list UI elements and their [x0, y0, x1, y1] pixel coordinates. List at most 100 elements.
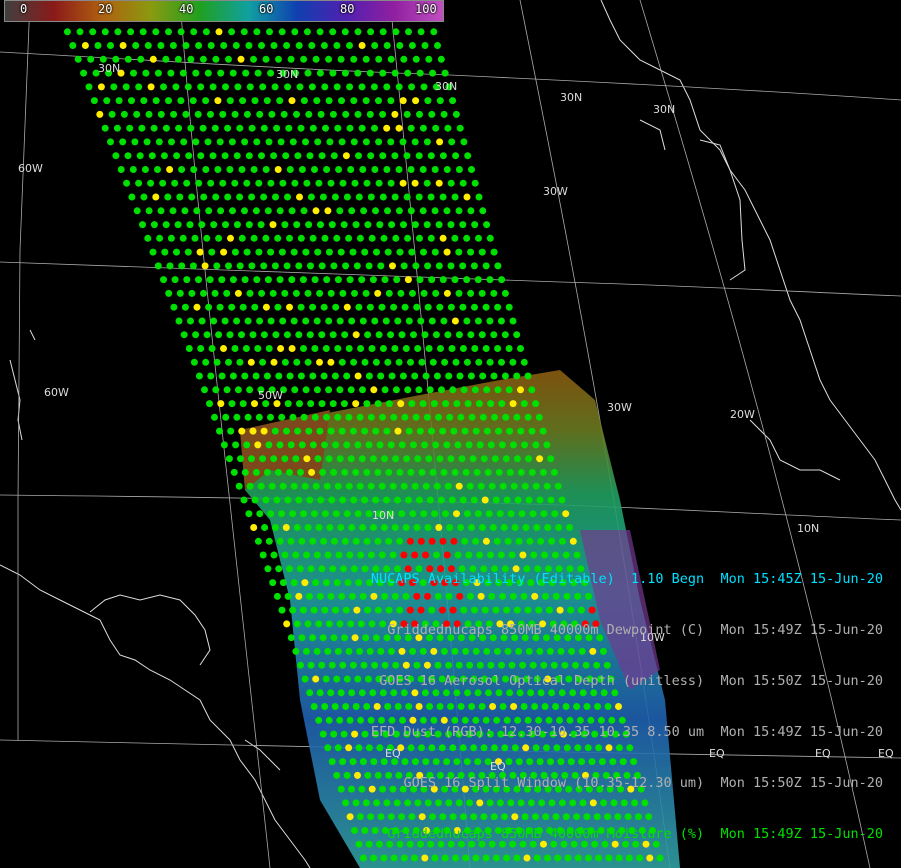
sounding-point[interactable]	[290, 317, 298, 325]
sounding-point[interactable]	[367, 152, 375, 160]
sounding-point[interactable]	[129, 166, 137, 173]
sounding-point[interactable]	[202, 97, 210, 105]
sounding-point[interactable]	[366, 69, 374, 77]
sounding-point[interactable]	[302, 317, 310, 325]
sounding-point[interactable]	[443, 289, 451, 297]
sounding-point[interactable]	[451, 468, 459, 476]
sounding-point[interactable]	[392, 234, 400, 242]
sounding-point[interactable]	[411, 372, 419, 380]
sounding-point[interactable]	[302, 138, 309, 146]
sounding-point[interactable]	[184, 248, 192, 256]
sounding-point[interactable]	[249, 331, 257, 339]
sounding-point[interactable]	[210, 317, 218, 325]
sounding-point[interactable]	[499, 482, 507, 490]
sounding-point[interactable]	[361, 827, 369, 834]
sounding-point[interactable]	[189, 97, 197, 105]
sounding-point[interactable]	[141, 166, 149, 173]
sounding-point[interactable]	[349, 427, 357, 435]
sounding-point[interactable]	[430, 400, 438, 408]
sounding-point[interactable]	[452, 152, 460, 160]
sounding-point[interactable]	[334, 647, 342, 655]
sounding-point[interactable]	[303, 551, 310, 559]
sounding-point[interactable]	[264, 207, 272, 215]
sounding-point[interactable]	[312, 55, 320, 63]
sounding-point[interactable]	[248, 455, 255, 463]
sounding-point[interactable]	[361, 248, 369, 256]
sounding-point[interactable]	[265, 345, 273, 352]
sounding-point[interactable]	[232, 441, 240, 449]
sounding-point[interactable]	[188, 193, 196, 201]
sounding-point[interactable]	[204, 138, 212, 146]
sounding-point[interactable]	[295, 592, 303, 600]
sounding-point[interactable]	[287, 55, 295, 63]
sounding-point[interactable]	[482, 303, 490, 311]
sounding-point[interactable]	[329, 400, 337, 408]
sounding-point[interactable]	[331, 372, 339, 380]
sounding-point[interactable]	[330, 262, 338, 270]
sounding-point[interactable]	[517, 468, 525, 476]
sounding-point[interactable]	[367, 413, 375, 421]
sounding-point[interactable]	[329, 28, 337, 36]
sounding-point[interactable]	[535, 413, 543, 421]
sounding-point[interactable]	[505, 345, 513, 352]
sounding-point[interactable]	[179, 234, 187, 242]
sounding-point[interactable]	[507, 510, 515, 518]
sounding-point[interactable]	[375, 138, 383, 146]
sounding-point[interactable]	[399, 372, 407, 380]
sounding-point[interactable]	[387, 97, 395, 105]
sounding-point[interactable]	[319, 468, 327, 476]
sounding-point[interactable]	[128, 193, 136, 201]
sounding-point[interactable]	[467, 248, 475, 256]
sounding-point[interactable]	[400, 482, 408, 490]
sounding-point[interactable]	[363, 179, 371, 187]
sounding-point[interactable]	[196, 248, 204, 256]
sounding-point[interactable]	[343, 441, 351, 449]
sounding-point[interactable]	[337, 248, 345, 256]
sounding-point[interactable]	[399, 138, 407, 146]
sounding-point[interactable]	[311, 413, 319, 421]
sounding-point[interactable]	[321, 441, 328, 449]
sounding-point[interactable]	[199, 124, 207, 132]
sounding-point[interactable]	[209, 83, 217, 91]
sounding-point[interactable]	[474, 510, 482, 518]
sounding-point[interactable]	[464, 152, 472, 160]
sounding-point[interactable]	[455, 331, 463, 339]
sounding-point[interactable]	[320, 42, 328, 49]
sounding-point[interactable]	[524, 413, 532, 421]
sounding-point[interactable]	[436, 97, 444, 105]
sounding-point[interactable]	[358, 276, 366, 284]
sounding-point[interactable]	[491, 413, 498, 421]
sounding-point[interactable]	[182, 110, 190, 118]
sounding-point[interactable]	[464, 400, 472, 408]
sounding-point[interactable]	[363, 468, 371, 476]
sounding-point[interactable]	[450, 427, 458, 435]
sounding-point[interactable]	[372, 358, 380, 366]
sounding-point[interactable]	[325, 455, 333, 463]
sounding-point[interactable]	[239, 400, 247, 408]
sounding-point[interactable]	[192, 138, 200, 146]
sounding-point[interactable]	[528, 468, 536, 476]
sounding-point[interactable]	[355, 152, 362, 160]
sounding-point[interactable]	[395, 207, 403, 215]
sounding-point[interactable]	[336, 455, 344, 463]
sounding-point[interactable]	[117, 166, 125, 173]
sounding-point[interactable]	[339, 661, 347, 669]
sounding-point[interactable]	[373, 248, 380, 256]
sounding-point[interactable]	[224, 193, 232, 201]
sounding-point[interactable]	[384, 358, 392, 366]
sounding-point[interactable]	[352, 400, 360, 408]
sounding-point[interactable]	[190, 358, 198, 366]
sounding-point[interactable]	[377, 262, 385, 270]
sounding-point[interactable]	[407, 207, 415, 215]
sounding-point[interactable]	[509, 358, 517, 366]
sounding-point[interactable]	[391, 524, 399, 531]
sounding-point[interactable]	[532, 400, 540, 408]
sounding-point[interactable]	[308, 83, 316, 91]
legend-row-moisture[interactable]: Griddednucaps 850MB 40000m Moisture (%) …	[371, 826, 883, 843]
sounding-point[interactable]	[176, 289, 184, 297]
sounding-point[interactable]	[382, 317, 390, 325]
legend-row-dewpoint[interactable]: Griddednucaps 850MB 40000m Dewpoint (C) …	[371, 622, 883, 639]
sounding-point[interactable]	[263, 372, 271, 380]
sounding-point[interactable]	[325, 55, 333, 63]
sounding-point[interactable]	[392, 455, 400, 463]
